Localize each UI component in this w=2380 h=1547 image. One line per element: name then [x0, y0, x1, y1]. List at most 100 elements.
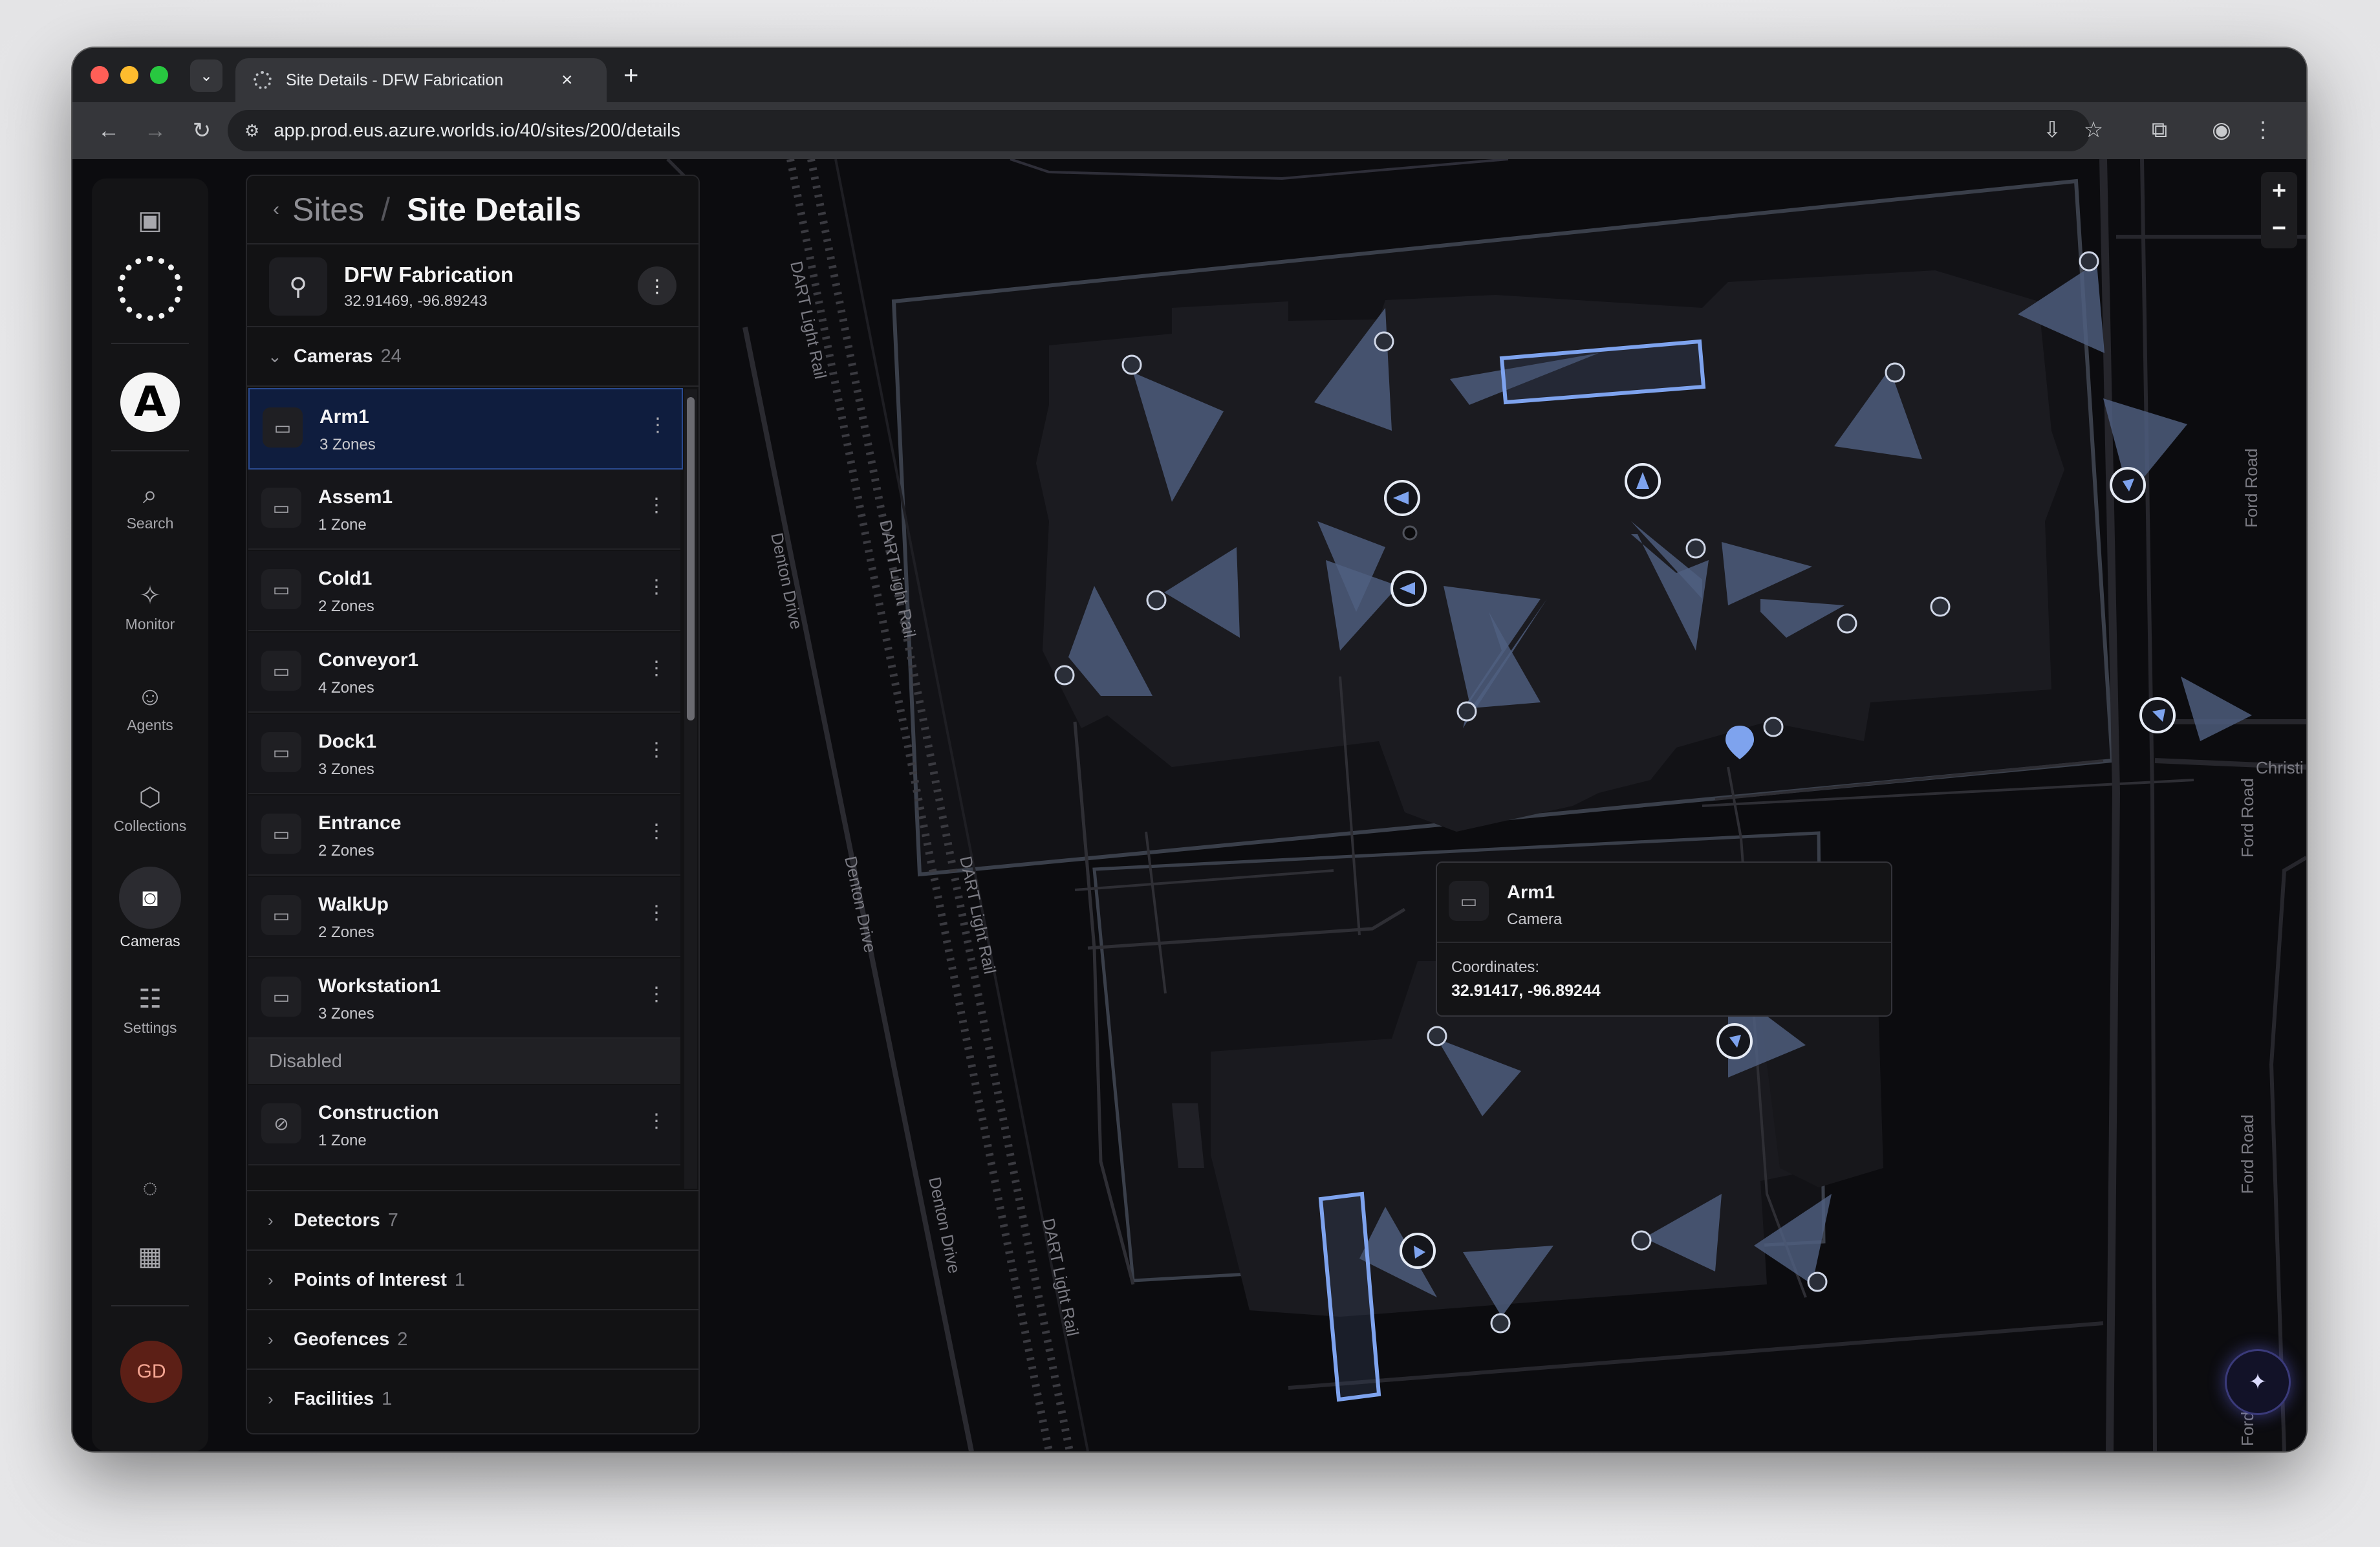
sidebar-toggle-button[interactable]: ▣: [92, 204, 208, 237]
detectors-section-label: Detectors: [294, 1209, 380, 1231]
poi-count: 1: [454, 1269, 465, 1290]
popup-coordinates: 32.91417, -96.89244: [1451, 982, 1601, 1000]
new-tab-button[interactable]: +: [623, 60, 638, 92]
back-chevron-icon[interactable]: ‹: [273, 199, 279, 221]
camera-zones: 2 Zones: [318, 842, 374, 860]
camera-icon: ▭: [261, 488, 301, 528]
popup-camera-type: Camera: [1507, 911, 1563, 928]
chevron-right-icon: ›: [268, 1270, 274, 1290]
facilities-section-header[interactable]: › Facilities 1: [247, 1370, 698, 1428]
cameras-section-header[interactable]: ⌄ Cameras 24: [247, 327, 698, 385]
breadcrumb-sites[interactable]: Sites: [292, 191, 364, 228]
camera-marker: [1490, 1313, 1511, 1334]
profile-icon[interactable]: ◉: [2205, 114, 2238, 146]
camera-zones: 3 Zones: [318, 1005, 374, 1022]
avatar[interactable]: GD: [120, 1341, 182, 1403]
nav-cameras[interactable]: ◙ Cameras: [92, 867, 208, 950]
map-label-ford-1: Ford Road: [2242, 448, 2261, 528]
camera-more-icon[interactable]: ⋮: [648, 414, 667, 437]
close-tab-icon[interactable]: ×: [561, 69, 573, 91]
camera-popup[interactable]: ▭ Arm1 Camera Coordinates: 32.91417, -96…: [1436, 861, 1892, 1017]
bookmark-star-icon[interactable]: ☆: [2077, 114, 2110, 146]
address-bar[interactable]: ⚙ app.prod.eus.azure.worlds.io/40/sites/…: [228, 110, 2090, 151]
camera-row-cold1[interactable]: ▭ Cold1 2 Zones ⋮: [248, 551, 680, 631]
camera-zones: 2 Zones: [318, 598, 374, 615]
buildings-button[interactable]: ▦: [92, 1240, 208, 1273]
camera-row-conveyor1[interactable]: ▭ Conveyor1 4 Zones ⋮: [248, 633, 680, 713]
camera-name: Dock1: [318, 731, 377, 752]
tab-title: Site Details - DFW Fabrication: [286, 70, 504, 89]
nav-search[interactable]: ⌕ Search: [92, 479, 208, 532]
camera-row-walkup[interactable]: ▭ WalkUp 2 Zones ⋮: [248, 877, 680, 957]
disabled-label: Disabled: [269, 1050, 342, 1072]
page-title: Site Details: [407, 191, 581, 228]
app-area: DART Light Rail DART Light Rail DART Lig…: [72, 159, 2306, 1451]
zoom-in-button[interactable]: +: [2261, 172, 2297, 210]
rail-divider: [111, 450, 189, 451]
assistant-button[interactable]: ✦: [2225, 1349, 2291, 1415]
site-name: DFW Fabrication: [344, 263, 514, 287]
detectors-section-header[interactable]: › Detectors 7: [247, 1191, 698, 1250]
camera-more-icon[interactable]: ⋮: [647, 1110, 666, 1132]
settings-icon: ☷: [138, 985, 162, 1013]
extensions-icon[interactable]: ⧉: [2143, 114, 2176, 146]
minimize-window-button[interactable]: [120, 66, 138, 84]
nav-agents[interactable]: ☺ Agents: [92, 680, 208, 734]
location-pin-icon: ⚲: [269, 257, 327, 316]
site-header: ⚲ DFW Fabrication 32.91469, -96.89243 ⋮: [247, 244, 698, 327]
breadcrumb: ‹ Sites / Site Details: [247, 176, 698, 244]
camera-list-scrollbar[interactable]: [687, 397, 695, 720]
nav-monitor[interactable]: ✧ Monitor: [92, 579, 208, 633]
nav-settings[interactable]: ☷ Settings: [92, 983, 208, 1037]
nav-collections[interactable]: ⬡ Collections: [92, 781, 208, 835]
camera-name: Construction: [318, 1102, 439, 1123]
zoom-out-button[interactable]: −: [2261, 210, 2297, 247]
nav-search-label: Search: [126, 515, 174, 532]
poi-dot: [1402, 525, 1418, 541]
refresh-button[interactable]: ◌: [92, 1172, 208, 1204]
popup-header: ▭ Arm1 Camera: [1437, 863, 1891, 943]
camera-more-icon[interactable]: ⋮: [647, 739, 666, 761]
browser-menu-icon[interactable]: ⋮: [2247, 114, 2279, 146]
camera-more-icon[interactable]: ⋮: [647, 820, 666, 843]
back-button[interactable]: ←: [93, 115, 124, 146]
poi-section-header[interactable]: › Points of Interest 1: [247, 1251, 698, 1309]
install-app-icon[interactable]: ⇩: [2036, 114, 2068, 146]
camera-more-icon[interactable]: ⋮: [647, 576, 666, 598]
camera-more-icon[interactable]: ⋮: [647, 494, 666, 517]
nav-rail: ▣ A ⌕ Search ✧ Monitor ☺ Agents ⬡ Collec…: [92, 178, 208, 1451]
camera-marker: [2079, 251, 2099, 272]
camera-off-icon: ⊘: [261, 1103, 301, 1143]
breadcrumb-separator: /: [381, 191, 391, 228]
camera-more-icon[interactable]: ⋮: [647, 983, 666, 1006]
geofences-section-label: Geofences: [294, 1328, 390, 1350]
camera-more-icon[interactable]: ⋮: [647, 657, 666, 680]
camera-row-entrance[interactable]: ▭ Entrance 2 Zones ⋮: [248, 795, 680, 876]
close-window-button[interactable]: [91, 66, 109, 84]
maximize-window-button[interactable]: [150, 66, 168, 84]
camera-icon: ▭: [261, 651, 301, 691]
camera-list: ▭ Arm1 3 Zones ⋮ ▭ Assem1 1 Zone ⋮ ▭ Col…: [247, 387, 684, 1190]
browser-window: ⌄ Site Details - DFW Fabrication × + ← →…: [72, 48, 2306, 1451]
camera-row-assem1[interactable]: ▭ Assem1 1 Zone ⋮: [248, 470, 680, 550]
camera-row-arm1[interactable]: ▭ Arm1 3 Zones ⋮: [248, 388, 683, 470]
site-more-button[interactable]: ⋮: [638, 266, 676, 305]
camera-more-icon[interactable]: ⋮: [647, 902, 666, 924]
camera-row-dock1[interactable]: ▭ Dock1 3 Zones ⋮: [248, 714, 680, 794]
browser-tab[interactable]: Site Details - DFW Fabrication ×: [235, 58, 607, 102]
reload-button[interactable]: ↻: [186, 115, 217, 146]
camera-name: Arm1: [319, 406, 369, 427]
site-info-icon[interactable]: ⚙: [244, 121, 259, 141]
camera-row-construction[interactable]: ⊘ Construction 1 Zone ⋮: [248, 1085, 680, 1165]
camera-zones: 3 Zones: [318, 761, 374, 778]
tab-search-button[interactable]: ⌄: [190, 60, 222, 92]
map-label-ford-2: Ford Road: [2238, 778, 2257, 858]
org-logo[interactable]: A: [120, 373, 180, 432]
camera-marker: [1121, 354, 1142, 375]
camera-icon: ▭: [261, 895, 301, 935]
camera-name: Conveyor1: [318, 649, 419, 671]
forward-button[interactable]: →: [140, 115, 171, 146]
geofences-section-header[interactable]: › Geofences 2: [247, 1310, 698, 1368]
camera-row-workstation1[interactable]: ▭ Workstation1 3 Zones ⋮: [248, 958, 680, 1039]
nav-collections-label: Collections: [113, 817, 187, 834]
